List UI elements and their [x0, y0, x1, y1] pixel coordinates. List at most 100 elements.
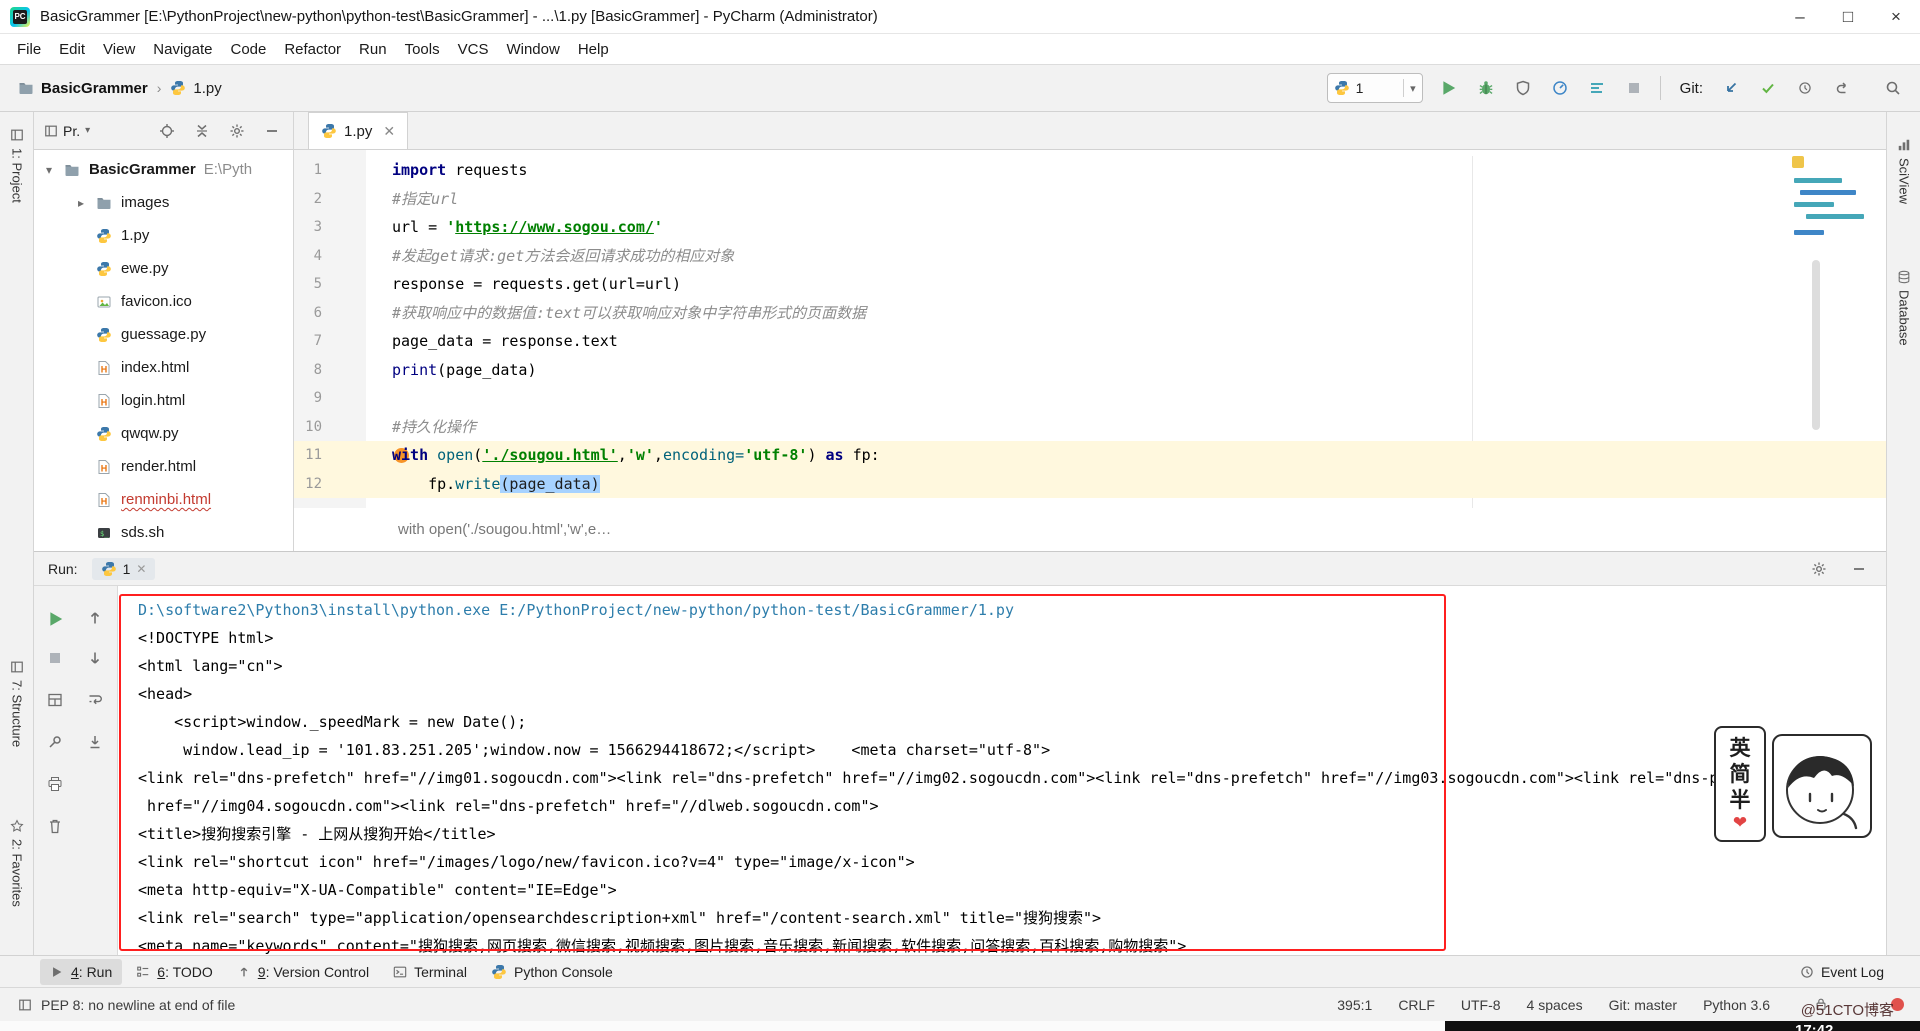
restore-layout-button[interactable] — [47, 692, 65, 710]
git-update-button[interactable] — [1720, 77, 1742, 99]
git-history-button[interactable] — [1794, 77, 1816, 99]
breadcrumb-project[interactable]: BasicGrammer — [41, 80, 148, 97]
run-configuration-select[interactable]: 1 ▾ — [1326, 73, 1423, 103]
close-icon[interactable]: ✕ — [136, 562, 146, 576]
toolwindow-project-stripe-button[interactable]: 1: Project — [0, 120, 34, 211]
line-number[interactable]: 6 — [294, 299, 348, 328]
menu-navigate[interactable]: Navigate — [144, 37, 221, 62]
soft-wrap-button[interactable] — [87, 692, 105, 710]
tree-item-favicon-ico[interactable]: favicon.ico — [34, 285, 293, 318]
run-console[interactable]: D:\software2\Python3\install\python.exe … — [118, 586, 1886, 955]
editor-tab-1py[interactable]: 1.py ✕ — [308, 112, 409, 149]
status-git-master[interactable]: Git: master — [1609, 997, 1677, 1013]
clear-console-button[interactable] — [47, 818, 65, 836]
toolwindow-button-run[interactable]: 4: Run — [40, 958, 123, 985]
line-number[interactable]: 4 — [294, 242, 348, 271]
toolwindow-structure-stripe-button[interactable]: 7: Structure — [0, 652, 34, 755]
chevron-right-icon[interactable]: ▸ — [78, 196, 96, 210]
line-number[interactable]: 5 — [294, 270, 348, 299]
line-number[interactable]: 10 — [294, 413, 348, 442]
maximize-button[interactable]: □ — [1824, 0, 1872, 34]
toolwindow-sciview-stripe-button[interactable]: SciView — [1887, 130, 1920, 212]
hide-panel-button[interactable] — [261, 120, 283, 142]
menu-window[interactable]: Window — [497, 37, 568, 62]
debug-button[interactable] — [1475, 77, 1497, 99]
toolwindow-button-terminal[interactable]: Terminal — [383, 959, 477, 985]
stop-button[interactable] — [47, 650, 65, 668]
run-tab-1[interactable]: 1 ✕ — [91, 557, 156, 580]
svg-text:$_: $_ — [100, 530, 109, 538]
editor-scrollbar[interactable] — [1812, 260, 1820, 430]
menu-help[interactable]: Help — [569, 37, 618, 62]
project-panel: Pr. ▾ ▾ BasicGrammer E:\Pyth ▸ images 1.py… — [34, 112, 294, 551]
menu-vcs[interactable]: VCS — [449, 37, 498, 62]
minimize-button[interactable]: – — [1776, 0, 1824, 34]
tree-item-guessage-py[interactable]: guessage.py — [34, 318, 293, 351]
run-button[interactable] — [1438, 77, 1460, 99]
up-stacktrace-button[interactable] — [87, 610, 105, 628]
tree-item-login-html[interactable]: Hlogin.html — [34, 384, 293, 417]
status-utf-8[interactable]: UTF-8 — [1461, 997, 1501, 1013]
line-number[interactable]: 12 — [294, 470, 348, 499]
tree-item-1-py[interactable]: 1.py — [34, 219, 293, 252]
event-log-button[interactable]: Event Log — [1800, 964, 1884, 980]
menu-file[interactable]: File — [8, 37, 50, 62]
down-stacktrace-button[interactable] — [87, 650, 105, 668]
line-number[interactable]: 2 — [294, 185, 348, 214]
git-rollback-button[interactable] — [1831, 77, 1853, 99]
rerun-button[interactable] — [47, 610, 65, 628]
close-button[interactable]: × — [1872, 0, 1920, 34]
print-button[interactable] — [47, 776, 65, 794]
panel-settings-button[interactable] — [226, 120, 248, 142]
scroll-to-end-button[interactable] — [87, 734, 105, 752]
menu-refactor[interactable]: Refactor — [275, 37, 350, 62]
line-number[interactable]: 8 — [294, 356, 348, 385]
tree-item-qwqw-py[interactable]: qwqw.py — [34, 417, 293, 450]
concurrency-button[interactable] — [1586, 77, 1608, 99]
locate-file-button[interactable] — [156, 120, 178, 142]
search-everywhere-button[interactable] — [1882, 77, 1904, 99]
collapse-all-button[interactable] — [191, 120, 213, 142]
tree-item-root[interactable]: ▾ BasicGrammer E:\Pyth — [34, 153, 293, 186]
chevron-down-icon[interactable]: ▾ — [46, 163, 64, 177]
tree-item-ewe-py[interactable]: ewe.py — [34, 252, 293, 285]
profiler-button[interactable] — [1549, 77, 1571, 99]
caret-position[interactable]: 395:1 — [1337, 997, 1372, 1013]
breadcrumb-file[interactable]: 1.py — [193, 80, 221, 97]
project-view-mode-select[interactable]: Pr. ▾ — [44, 123, 90, 139]
editor-body[interactable]: 1 import requests 2 #指定url 3 url = 'https://w… — [294, 150, 1886, 551]
tree-item-index-html[interactable]: Hindex.html — [34, 351, 293, 384]
toolwindow-button-todo[interactable]: 6: TODO — [126, 959, 223, 985]
stop-button[interactable] — [1623, 77, 1645, 99]
menu-run[interactable]: Run — [350, 37, 396, 62]
console-line: <link rel="shortcut icon" href="/images/… — [138, 853, 915, 871]
toolwindow-button-version-control[interactable]: 9: Version Control — [227, 959, 379, 985]
menu-tools[interactable]: Tools — [396, 37, 449, 62]
git-commit-button[interactable] — [1757, 77, 1779, 99]
run-panel-settings-button[interactable] — [1808, 558, 1830, 580]
line-number[interactable]: 7 — [294, 327, 348, 356]
tree-item-sds-sh[interactable]: $_ sds.sh — [34, 516, 293, 549]
status-crlf[interactable]: CRLF — [1398, 997, 1435, 1013]
status-python-3-6[interactable]: Python 3.6 — [1703, 997, 1770, 1013]
menu-code[interactable]: Code — [221, 37, 275, 62]
menu-edit[interactable]: Edit — [50, 37, 94, 62]
tree-item-renminbi-html[interactable]: Hrenminbi.html — [34, 483, 293, 516]
line-number[interactable]: 3 — [294, 213, 348, 242]
line-number[interactable]: 11 — [294, 441, 348, 470]
console-line: <script>window._speedMark = new Date(); — [138, 713, 527, 731]
toolwindow-database-stripe-button[interactable]: Database — [1887, 262, 1920, 354]
toolwindow-button-python-console[interactable]: Python Console — [481, 959, 623, 985]
toolwindow-favorites-stripe-button[interactable]: 2: Favorites — [0, 811, 34, 915]
tree-item-images[interactable]: ▸ images — [34, 186, 293, 219]
tree-item-render-html[interactable]: Hrender.html — [34, 450, 293, 483]
coverage-button[interactable] — [1512, 77, 1534, 99]
editor-code[interactable]: 1 import requests 2 #指定url 3 url = 'https://w… — [294, 156, 1886, 508]
line-number[interactable]: 9 — [294, 384, 348, 413]
menu-view[interactable]: View — [94, 37, 144, 62]
pin-tab-button[interactable] — [47, 734, 65, 752]
hide-run-panel-button[interactable] — [1848, 558, 1870, 580]
close-icon[interactable]: ✕ — [383, 123, 395, 140]
status-4-spaces[interactable]: 4 spaces — [1527, 997, 1583, 1013]
line-number[interactable]: 1 — [294, 156, 348, 185]
